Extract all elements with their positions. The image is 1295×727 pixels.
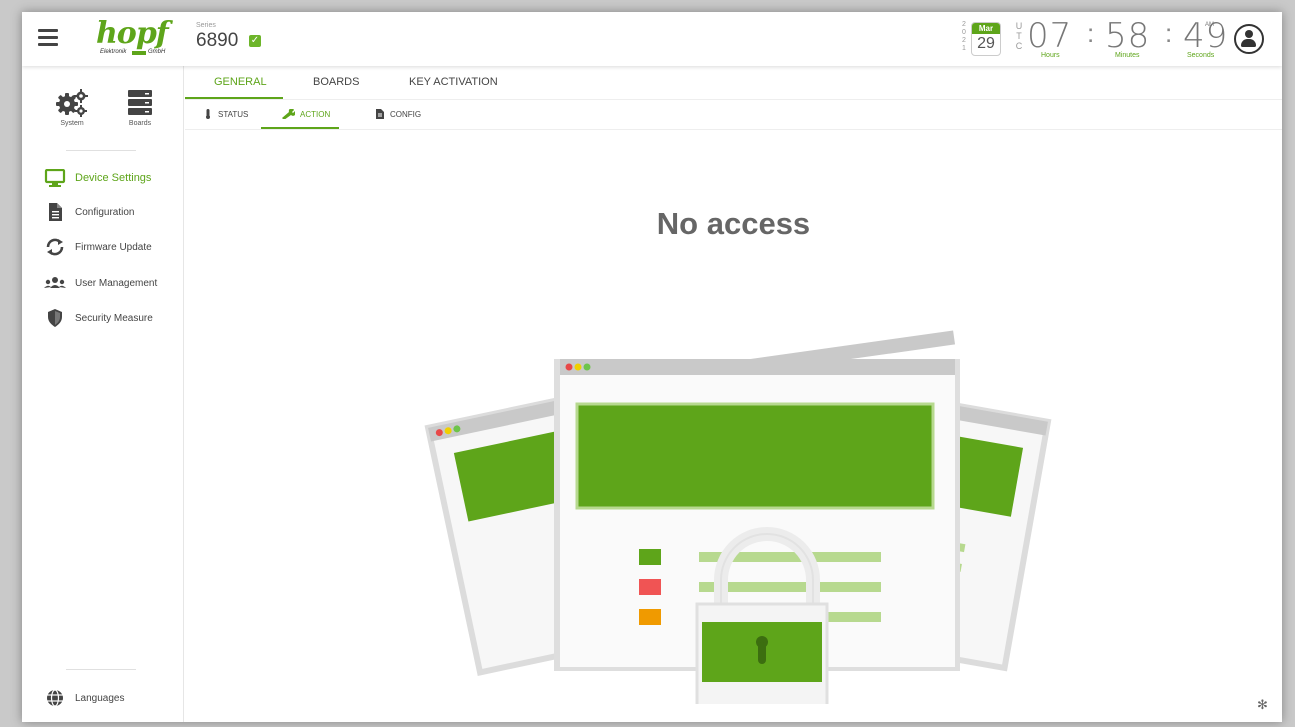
date-calendar: Mar 29 xyxy=(971,22,1001,56)
tab-general[interactable]: GENERAL xyxy=(214,76,267,88)
tab-boards[interactable]: BOARDS xyxy=(313,76,359,88)
file-icon xyxy=(44,203,66,221)
series-label: Series xyxy=(196,22,216,29)
app-window: hopf Elektronik GmbH Series 6890 ✓ 2 0 2… xyxy=(22,12,1282,722)
no-access-illustration xyxy=(415,284,1055,712)
logo-sub-left: Elektronik xyxy=(100,49,127,55)
thermometer-icon xyxy=(203,109,213,119)
sidebar-item-label: User Management xyxy=(75,277,158,289)
series-check-icon: ✓ xyxy=(249,35,261,47)
active-tab-indicator xyxy=(185,97,283,99)
sync-icon xyxy=(44,238,66,256)
user-account-icon[interactable] xyxy=(1234,24,1264,54)
date-day: 29 xyxy=(977,35,995,52)
tab-status-label: STATUS xyxy=(218,109,249,119)
time-ampm: AM xyxy=(1205,22,1214,28)
languages-button[interactable]: Languages xyxy=(44,686,125,710)
logo-text: hopf xyxy=(96,16,169,51)
sidebar-divider xyxy=(66,150,136,151)
date-month: Mar xyxy=(972,23,1000,34)
tab-status[interactable]: STATUS xyxy=(203,109,248,119)
shield-icon xyxy=(44,309,66,327)
server-icon xyxy=(110,86,170,120)
active-subtab-indicator xyxy=(261,127,339,129)
tab-key-activation[interactable]: KEY ACTIVATION xyxy=(409,76,498,88)
time-separator: : xyxy=(1087,18,1095,48)
sidebar-item-firmware-update[interactable]: Firmware Update xyxy=(44,235,152,259)
settings-cog-icon[interactable]: ✻ xyxy=(1257,697,1268,713)
hamburger-menu-icon[interactable] xyxy=(38,29,58,46)
sidebar-item-user-management[interactable]: User Management xyxy=(44,271,157,295)
globe-icon xyxy=(44,689,66,707)
languages-label: Languages xyxy=(75,692,125,704)
time-minutes: 58 xyxy=(1105,16,1151,56)
hours-label: Hours xyxy=(1041,52,1060,59)
file-icon xyxy=(375,109,385,119)
sidebar-item-label: Firmware Update xyxy=(75,241,152,253)
top-bar: hopf Elektronik GmbH Series 6890 ✓ 2 0 2… xyxy=(22,12,1282,66)
sidebar-item-label: Configuration xyxy=(75,206,135,218)
tab-config-label: CONFIG xyxy=(390,109,422,119)
tab-action[interactable]: ACTION xyxy=(281,108,331,120)
boards-button[interactable]: Boards xyxy=(110,86,170,127)
sidebar-item-security-measure[interactable]: Security Measure xyxy=(44,306,153,330)
main-content: GENERAL BOARDS KEY ACTIVATION STATUS ACT… xyxy=(185,66,1282,722)
tab-action-label: ACTION xyxy=(300,109,331,119)
minutes-label: Minutes xyxy=(1115,52,1140,59)
gears-icon xyxy=(42,86,102,120)
monitor-icon xyxy=(44,168,66,187)
primary-tabs: GENERAL BOARDS KEY ACTIVATION xyxy=(185,66,1282,100)
utc-label: U T C xyxy=(1015,21,1023,51)
sidebar-item-device-settings[interactable]: Device Settings xyxy=(44,166,151,190)
wrench-icon xyxy=(281,108,296,120)
series-value: 6890 xyxy=(196,30,239,51)
sidebar: System Boards Device Settings Configurat… xyxy=(22,66,184,722)
sidebar-item-configuration[interactable]: Configuration xyxy=(44,200,134,224)
tab-config[interactable]: CONFIG xyxy=(375,109,421,119)
boards-label: Boards xyxy=(128,120,152,127)
seconds-label: Seconds xyxy=(1187,52,1215,59)
sidebar-item-label: Security Measure xyxy=(75,312,153,324)
hopf-logo: hopf Elektronik GmbH xyxy=(96,19,180,61)
logo-sub-right: GmbH xyxy=(148,49,166,55)
sidebar-divider xyxy=(66,669,136,670)
logo-bar xyxy=(132,51,146,55)
secondary-tabs: STATUS ACTION CONFIG xyxy=(185,100,1282,130)
no-access-message: No access xyxy=(656,206,811,241)
users-icon xyxy=(44,274,66,292)
sidebar-item-label: Device Settings xyxy=(75,172,152,184)
system-label: System xyxy=(60,120,84,127)
time-separator: : xyxy=(1165,18,1173,48)
date-year: 2 0 2 1 xyxy=(962,21,966,52)
time-hours: 07 xyxy=(1027,16,1073,56)
system-button[interactable]: System xyxy=(42,86,102,127)
